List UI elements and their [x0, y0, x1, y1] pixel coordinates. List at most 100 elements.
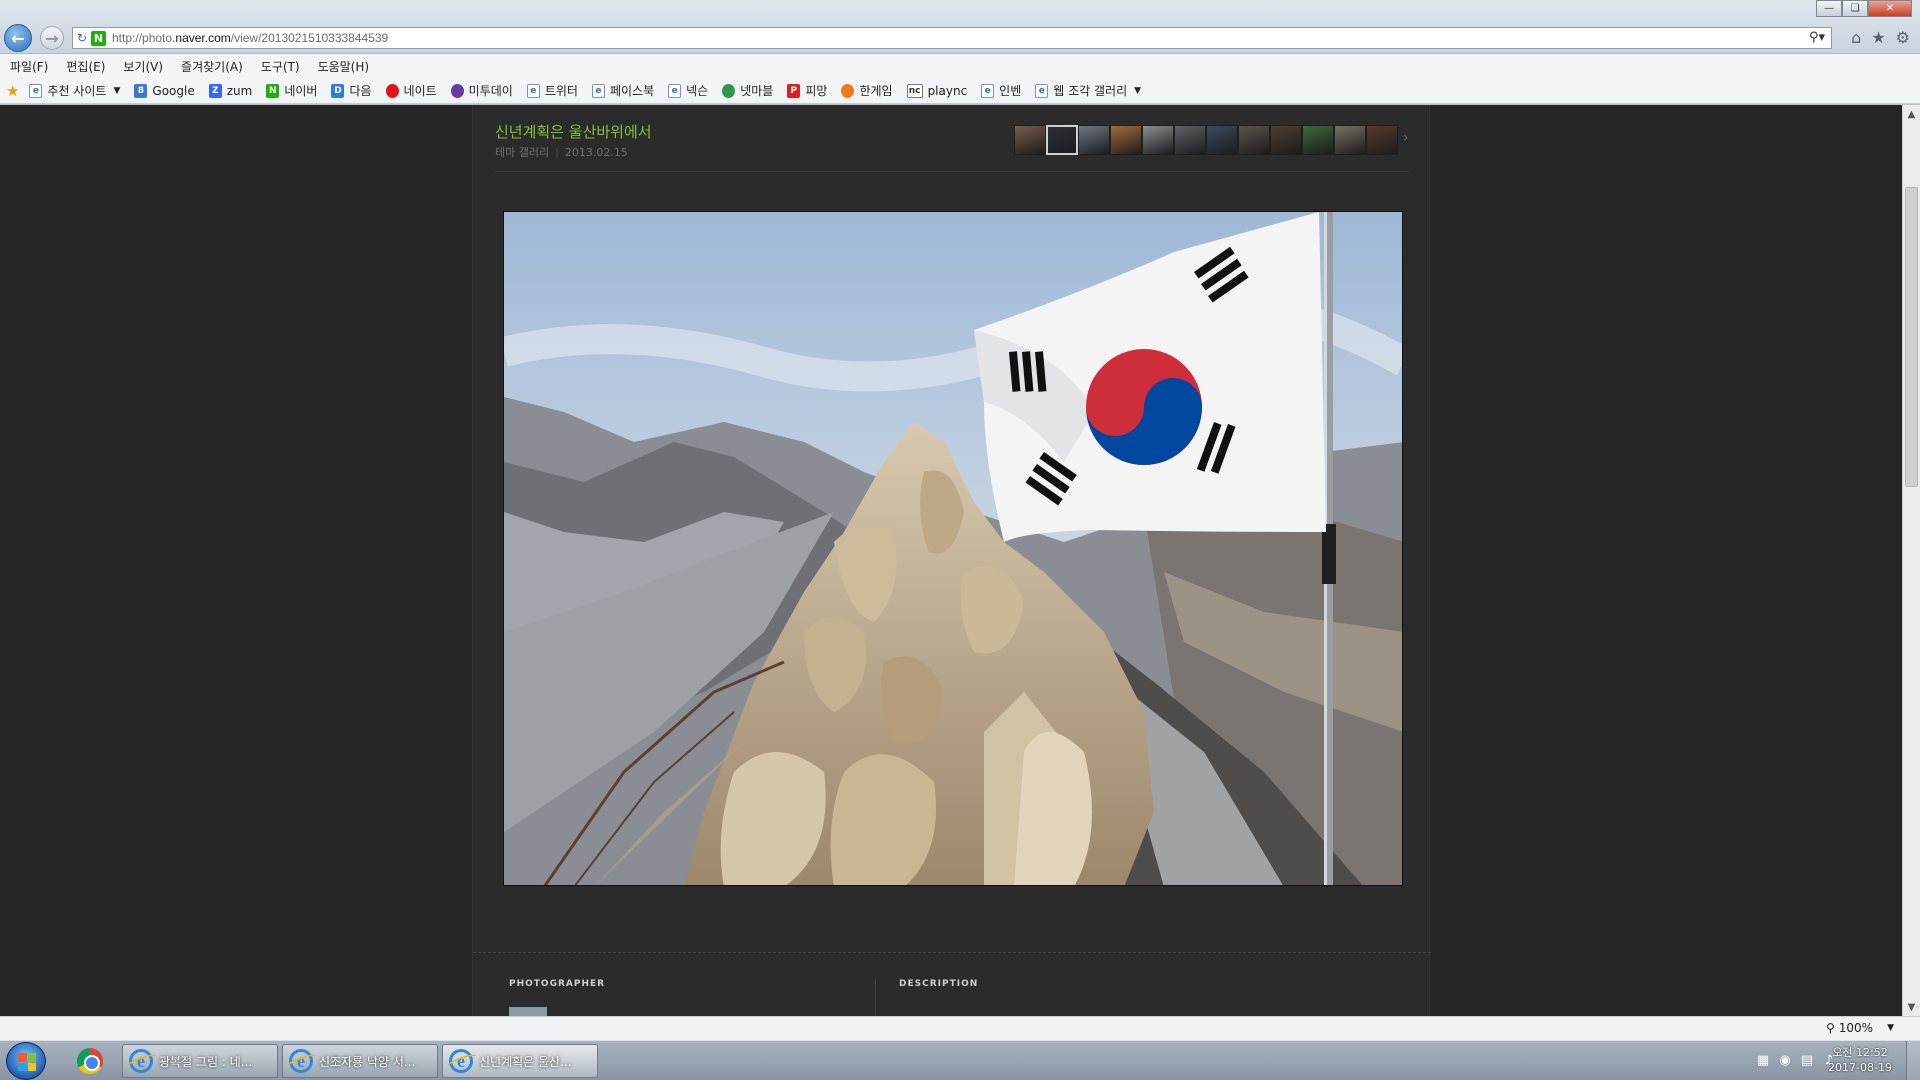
favorite-item[interactable]: Zzum: [208, 83, 252, 98]
network-icon[interactable]: ▤: [1800, 1053, 1814, 1068]
thumbnail-7[interactable]: [1206, 125, 1238, 155]
menu-bar: 파일(F) 편집(E) 보기(V) 즐겨찾기(A) 도구(T) 도움말(H): [0, 54, 1920, 78]
thumbnail-11[interactable]: [1334, 125, 1366, 155]
scroll-up-icon[interactable]: ▲: [1903, 105, 1920, 123]
favorite-item[interactable]: e 트위터: [526, 82, 578, 99]
header-divider: [495, 171, 1409, 172]
taskbar-window-button[interactable]: e 신년계획은 울산...: [442, 1044, 598, 1078]
zoom-level: 100%: [1838, 1021, 1874, 1035]
thumbnail-2[interactable]: [1046, 125, 1078, 155]
start-button[interactable]: [6, 1042, 46, 1080]
photo-meta: 테마 갤러리 | 2013.02.15: [495, 144, 628, 160]
photo-info-box: PHOTOGRAPHER DESCRIPTION: [473, 952, 1431, 1016]
thumbnail-10[interactable]: [1302, 125, 1334, 155]
page-title[interactable]: 신년계획은 울산바위에서: [495, 121, 652, 142]
minimize-button[interactable]: —: [1816, 0, 1842, 17]
avatar[interactable]: [509, 1007, 547, 1016]
search-icon[interactable]: ⚲▾: [1809, 30, 1825, 45]
favorite-item[interactable]: e 웹 조각 갤러리 ▼: [1035, 82, 1141, 99]
menu-view[interactable]: 보기(V): [123, 58, 163, 75]
favorite-item[interactable]: nc plaync: [906, 83, 967, 98]
favorite-item[interactable]: P 피망: [787, 82, 827, 99]
description-label: DESCRIPTION: [899, 979, 979, 989]
mountain-flag-photo: [504, 212, 1402, 885]
thumbnail-8[interactable]: [1238, 125, 1270, 155]
maximize-button[interactable]: ❏: [1842, 0, 1868, 17]
tray-app-icon[interactable]: ◉: [1778, 1053, 1792, 1068]
thumbnail-3[interactable]: [1078, 125, 1110, 155]
favorite-item[interactable]: e 페이스북: [591, 82, 655, 99]
favorite-label: 한게임: [859, 84, 893, 98]
han-icon: [841, 83, 855, 98]
favorite-item[interactable]: 8 Google: [134, 83, 195, 98]
chrome-taskbar-button[interactable]: [70, 1044, 110, 1078]
show-desktop-button[interactable]: [1906, 1041, 1920, 1080]
home-icon[interactable]: ⌂: [1851, 28, 1861, 47]
windows-taskbar: e 광복절 그림 : 네... e 신조자룡 낙양 서... e 신년계획은 울산... …: [0, 1040, 1920, 1080]
internet-explorer-icon: e: [289, 1049, 313, 1073]
favorites-list: e 추천 사이트 ▼ 8 Google Zzum N 네이버 D 다음 네이트 미투데이 e 트위터 e 페이…: [29, 82, 1155, 99]
scroll-down-icon[interactable]: ▼: [1903, 998, 1920, 1016]
favorite-item[interactable]: D 다음: [331, 82, 372, 99]
add-favorites-star-icon[interactable]: ★: [6, 82, 19, 100]
main-photo[interactable]: [503, 211, 1403, 886]
favorite-item[interactable]: e 인벤: [981, 82, 1021, 99]
favorites-bar: ★ e 추천 사이트 ▼ 8 Google Zzum N 네이버 D 다음 네이트 미투데이 e 트위터 e…: [0, 78, 1920, 104]
dropdown-caret-icon[interactable]: ▼: [113, 86, 120, 96]
page-viewport: 신년계획은 울산바위에서 테마 갤러리 | 2013.02.15 › PHOTO…: [0, 105, 1902, 1016]
thumbnail-9[interactable]: [1270, 125, 1302, 155]
daum-icon: D: [331, 83, 345, 98]
meta-separator: |: [555, 146, 559, 159]
favorite-label: 네이버: [284, 84, 318, 98]
chevron-right-icon[interactable]: ›: [1403, 130, 1409, 146]
favorite-label: 피망: [805, 84, 828, 98]
url-text: http://photo.naver.com/view/201302151033…: [112, 31, 389, 45]
menu-help[interactable]: 도움말(H): [318, 58, 370, 75]
taskbar-window-label: 신년계획은 울산...: [479, 1054, 572, 1069]
system-clock[interactable]: 오전 12:52 2017-08-19: [1828, 1045, 1892, 1075]
vertical-scrollbar[interactable]: ▲ ▼: [1902, 105, 1920, 1016]
menu-favorites[interactable]: 즐겨찾기(A): [181, 58, 243, 75]
favorite-item[interactable]: 네이트: [385, 82, 437, 99]
gear-icon[interactable]: ⚙: [1896, 28, 1910, 47]
zum-icon: Z: [208, 83, 222, 98]
favorite-item[interactable]: N 네이버: [266, 82, 317, 99]
thumbnail-12[interactable]: [1366, 125, 1398, 155]
forward-button[interactable]: →: [40, 26, 64, 50]
scroll-thumb[interactable]: [1905, 187, 1918, 487]
favorite-label: 웹 조각 갤러리: [1053, 84, 1128, 98]
page-icon: e: [668, 83, 682, 98]
menu-tools[interactable]: 도구(T): [261, 58, 300, 75]
favorite-item[interactable]: 한게임: [841, 82, 893, 99]
address-bar[interactable]: ↻ N http://photo.naver.com/view/20130215…: [72, 27, 1832, 49]
network-app-icon[interactable]: ▦: [1756, 1053, 1770, 1068]
dropdown-caret-icon[interactable]: ▼: [1134, 86, 1141, 96]
favorite-item[interactable]: 넷마블: [722, 82, 773, 99]
favorites-star-icon[interactable]: ★: [1871, 28, 1885, 47]
menu-edit[interactable]: 편집(E): [66, 58, 105, 75]
category-link[interactable]: 테마 갤러리: [495, 146, 549, 159]
arrow-right-icon: →: [45, 28, 59, 48]
thumbnail-1[interactable]: [1014, 125, 1046, 155]
taskbar-window-label: 광복절 그림 : 네...: [159, 1054, 253, 1069]
menu-file[interactable]: 파일(F): [10, 58, 48, 75]
favorite-label: 페이스북: [609, 84, 655, 98]
favorite-item[interactable]: 미투데이: [450, 82, 513, 99]
taskbar-window-button[interactable]: e 광복절 그림 : 네...: [122, 1044, 278, 1078]
favorite-item[interactable]: e 넥슨: [668, 82, 708, 99]
zoom-control[interactable]: ⚲ 100% ▼: [1826, 1021, 1894, 1035]
thumbnail-4[interactable]: [1110, 125, 1142, 155]
thumbnail-6[interactable]: [1174, 125, 1206, 155]
naver-logo-icon: N: [91, 30, 106, 46]
taskbar-window-label: 신조자룡 낙양 서...: [319, 1054, 416, 1069]
back-button[interactable]: ←: [4, 24, 32, 52]
zoom-icon: ⚲: [1825, 1021, 1835, 1035]
internet-explorer-icon: e: [449, 1049, 473, 1073]
nate-icon: [385, 83, 399, 98]
favorite-item[interactable]: e 추천 사이트 ▼: [29, 82, 120, 99]
thumbnail-5[interactable]: [1142, 125, 1174, 155]
chevron-down-icon[interactable]: ▼: [1887, 1023, 1894, 1033]
taskbar-window-button[interactable]: e 신조자룡 낙양 서...: [282, 1044, 438, 1078]
close-button[interactable]: ✕: [1868, 0, 1912, 17]
refresh-icon[interactable]: ↻: [73, 31, 91, 45]
